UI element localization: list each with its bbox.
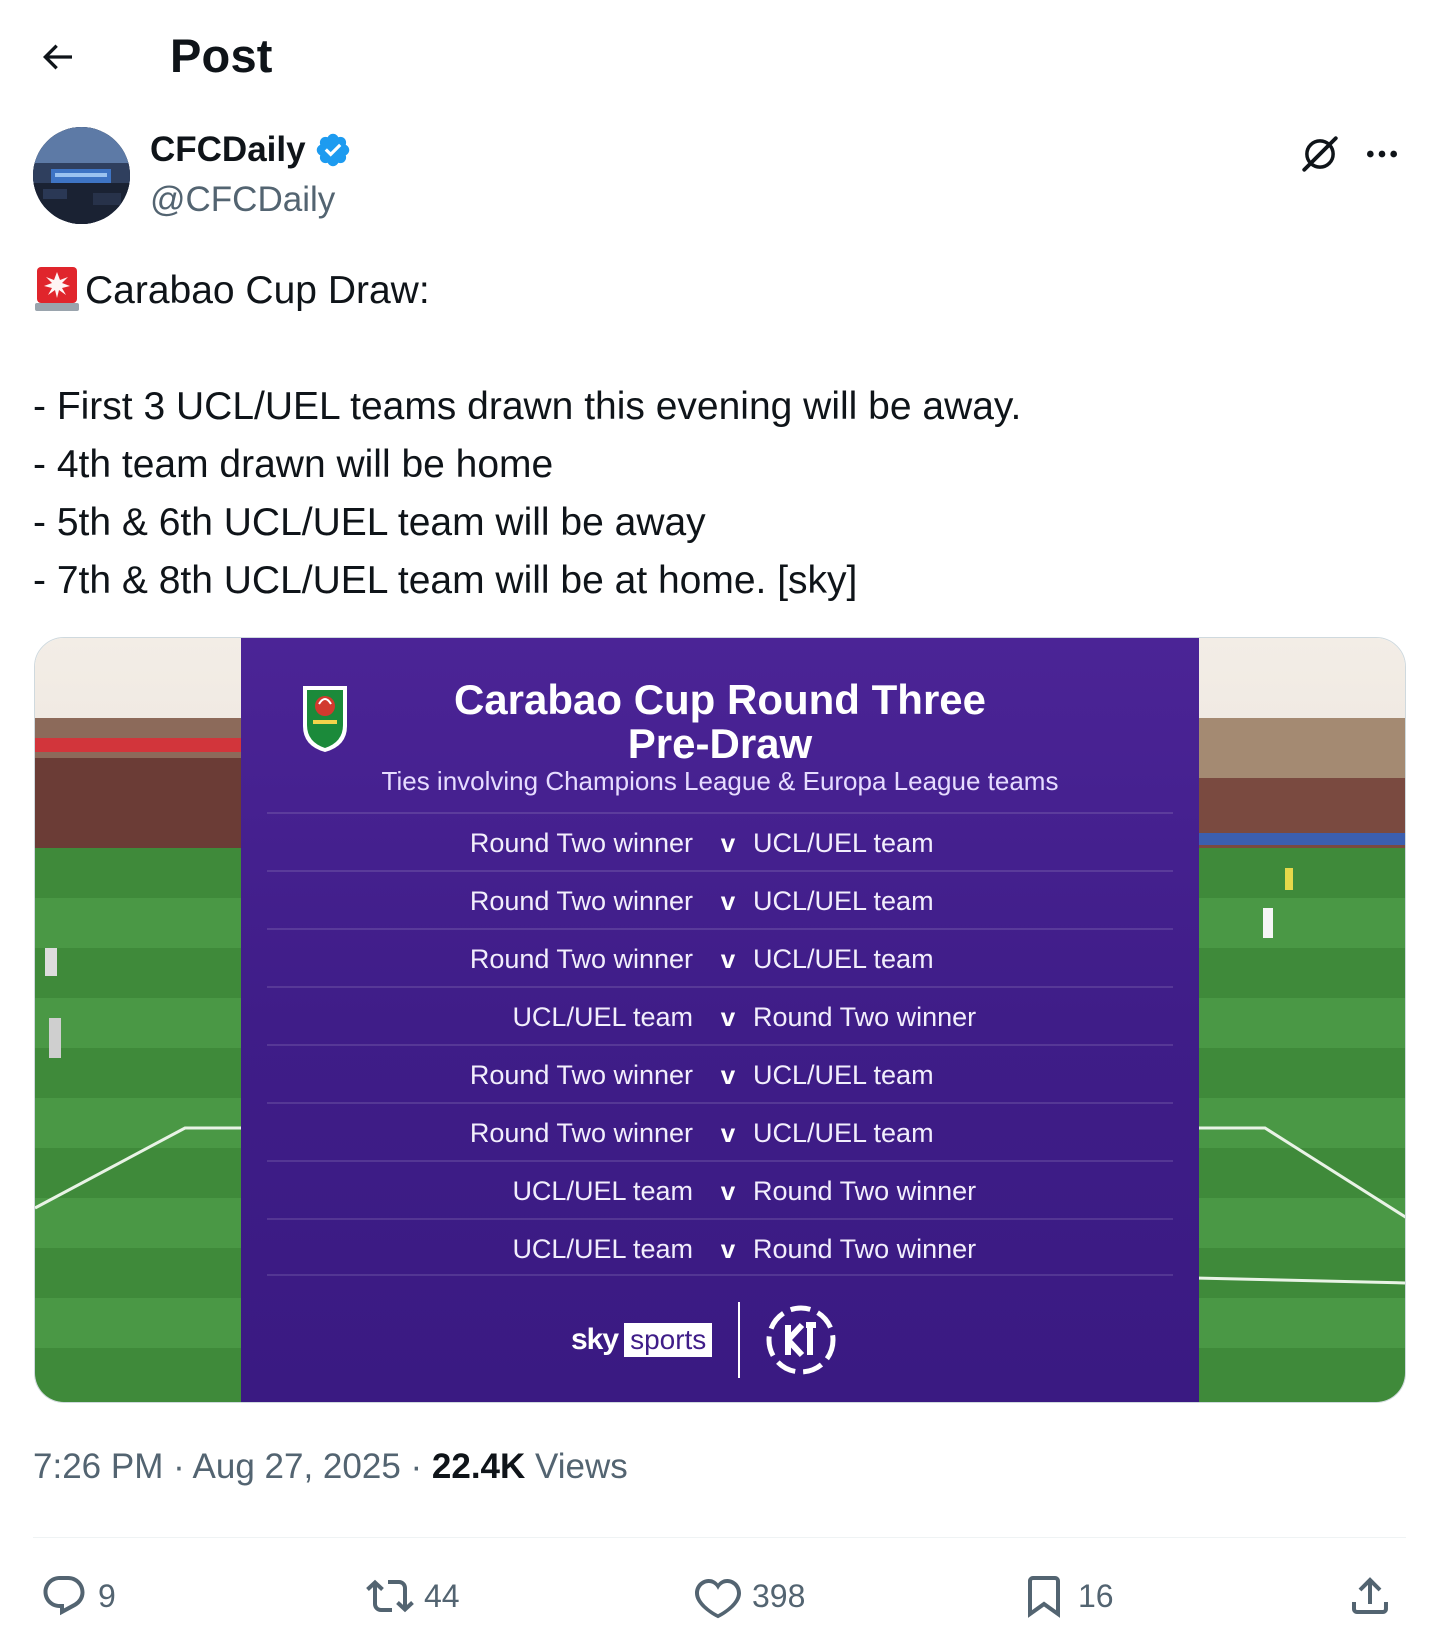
avatar-image <box>33 127 130 224</box>
tweet-meta: 7:26 PM · Aug 27, 2025 · 22.4K Views <box>33 1447 628 1487</box>
meta-separator: · <box>400 1447 432 1486</box>
fixture-away: UCL/UEL team <box>753 1118 934 1148</box>
avatar[interactable] <box>33 127 130 224</box>
fixture-row: UCL/UEL team v Round Two winner <box>267 1160 1173 1218</box>
fixture-row: Round Two winner v UCL/UEL team <box>267 928 1173 986</box>
tweet-date[interactable]: Aug 27, 2025 <box>193 1447 401 1486</box>
bookmark-icon <box>1028 1576 1060 1618</box>
logo-divider <box>738 1302 741 1378</box>
bookmark-count: 16 <box>1078 1577 1114 1614</box>
fixture-home: Round Two winner <box>469 886 693 916</box>
fixture-away: UCL/UEL team <box>753 828 934 858</box>
fixture-versus: v <box>720 1002 736 1032</box>
tweet-line-6: - 7th & 8th UCL/UEL team will be at home… <box>33 559 858 602</box>
like-icon <box>695 1578 741 1619</box>
views-count: 22.4K <box>431 1447 526 1486</box>
fixture-versus: v <box>720 828 736 858</box>
tweet-line-4: - 4th team drawn will be home <box>33 443 554 486</box>
repost-button[interactable]: 44 <box>366 1568 460 1624</box>
page-title: Post <box>170 29 273 82</box>
fixture-row: Round Two winner v UCL/UEL team <box>267 1044 1173 1102</box>
author-handle[interactable]: @CFCDaily <box>150 180 335 220</box>
tweet-line-5: - 5th & 6th UCL/UEL team will be away <box>33 501 706 544</box>
back-button[interactable] <box>28 28 86 86</box>
sky-logo: sky <box>571 1323 619 1356</box>
siren-emoji-icon <box>33 263 81 313</box>
fixture-row: UCL/UEL team v Round Two winner <box>267 986 1173 1044</box>
fixture-home: UCL/UEL team <box>512 1002 693 1032</box>
back-arrow-icon <box>43 44 72 70</box>
reply-icon <box>43 1576 85 1616</box>
reply-count: 9 <box>98 1577 116 1614</box>
draw-graphic-panel: Carabao Cup Round Three Pre-Draw Ties in… <box>241 638 1199 1402</box>
like-count: 398 <box>752 1577 806 1614</box>
fixture-away: UCL/UEL team <box>753 886 934 916</box>
tweet-line-2 <box>33 320 1403 378</box>
sports-logo: sports <box>624 1323 713 1357</box>
grok-icon <box>1302 136 1338 172</box>
fixture-home: Round Two winner <box>469 944 693 974</box>
fixture-versus: v <box>720 944 736 974</box>
fixture-home: Round Two winner <box>469 1118 693 1148</box>
fixture-away: UCL/UEL team <box>753 1060 934 1090</box>
tweet-text: Carabao Cup Draw: - First 3 UCL/UEL team… <box>33 262 1403 610</box>
reply-button[interactable]: 9 <box>40 1568 116 1624</box>
repost-icon <box>366 1579 414 1613</box>
views-label: Views <box>525 1447 628 1486</box>
top-bar: Post <box>0 0 1440 112</box>
fixture-home: Round Two winner <box>469 828 693 858</box>
author-name[interactable]: CFCDaily <box>150 130 352 170</box>
fixture-versus: v <box>720 1060 736 1090</box>
tweet-media-image[interactable]: Carabao Cup Round Three Pre-Draw Ties in… <box>34 637 1406 1403</box>
fixture-away: Round Two winner <box>753 1002 977 1032</box>
broadcaster-logos: sky sports <box>571 1302 836 1378</box>
grok-button[interactable] <box>1296 130 1344 178</box>
fixture-row: Round Two winner v UCL/UEL team <box>267 812 1173 870</box>
repost-count: 44 <box>424 1577 460 1614</box>
fixture-home: UCL/UEL team <box>512 1234 693 1264</box>
fixture-versus: v <box>720 1118 736 1148</box>
share-button[interactable] <box>1346 1568 1394 1624</box>
graphic-title-line-2: Pre-Draw <box>627 720 813 767</box>
more-icon <box>1367 150 1397 158</box>
fixture-away: Round Two winner <box>753 1234 977 1264</box>
bookmark-button[interactable]: 16 <box>1020 1568 1114 1624</box>
fixture-row: Round Two winner v UCL/UEL team <box>267 870 1173 928</box>
fixture-versus: v <box>720 1176 736 1206</box>
graphic-subtitle: Ties involving Champions League & Europa… <box>381 766 1059 796</box>
fixtures-list: Round Two winner v UCL/UEL team Round Tw… <box>267 812 1173 1276</box>
tweet-line-3: - First 3 UCL/UEL teams drawn this eveni… <box>33 385 1022 428</box>
fixture-versus: v <box>720 886 736 916</box>
verified-badge-icon <box>314 131 352 169</box>
divider <box>33 1537 1406 1538</box>
share-icon <box>1352 1577 1388 1614</box>
tweet-time[interactable]: 7:26 PM <box>33 1447 163 1486</box>
meta-separator: · <box>163 1447 193 1486</box>
fixture-versus: v <box>720 1234 736 1264</box>
more-button[interactable] <box>1358 130 1406 178</box>
fixture-away: Round Two winner <box>753 1176 977 1206</box>
graphic-title: Carabao Cup Round Three Pre-Draw <box>241 678 1199 766</box>
fixture-home: Round Two winner <box>469 1060 693 1090</box>
author-name-text: CFCDaily <box>150 130 306 169</box>
fixture-away: UCL/UEL team <box>753 944 934 974</box>
kick-it-out-logo-icon <box>766 1305 836 1375</box>
fixture-home: UCL/UEL team <box>512 1176 693 1206</box>
fixture-row: UCL/UEL team v Round Two winner <box>267 1218 1173 1276</box>
graphic-title-line-1: Carabao Cup Round Three <box>453 676 987 723</box>
tweet-line-1: Carabao Cup Draw: <box>33 262 1403 320</box>
like-button[interactable]: 398 <box>694 1568 805 1624</box>
fixture-row: Round Two winner v UCL/UEL team <box>267 1102 1173 1160</box>
